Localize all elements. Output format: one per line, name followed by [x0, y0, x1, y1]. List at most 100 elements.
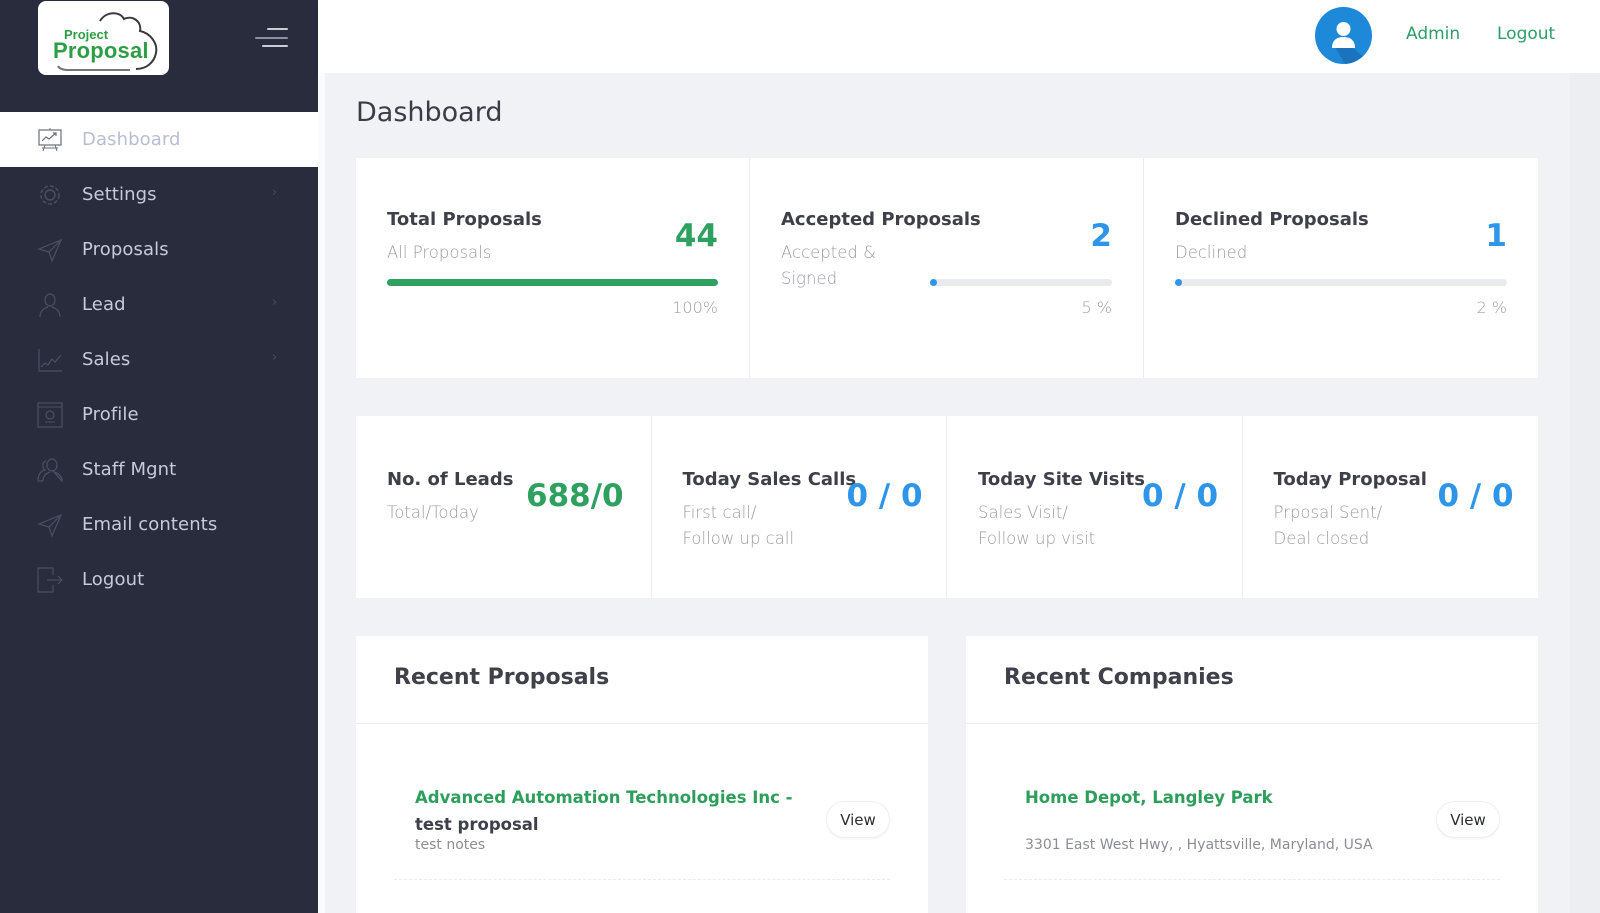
stat-subtitle: Prposal Sent/ Deal closed: [1274, 500, 1434, 552]
sidebar-item-label: Logout: [82, 569, 145, 590]
progress-bar: [387, 279, 718, 286]
company-address: 3301 East West Hwy, , Hyattsville, Maryl…: [1025, 837, 1373, 853]
stat-today-site-visits: Today Site Visits Sales Visit/ Follow up…: [947, 416, 1243, 598]
admin-link[interactable]: Admin: [1406, 24, 1460, 44]
stat-accepted-proposals: Accepted Proposals Accepted & Signed 2 5…: [750, 158, 1144, 378]
stat-subtitle: First call/ Follow up call: [683, 500, 843, 552]
panel-title: Recent Proposals: [394, 665, 610, 690]
page-title: Dashboard: [356, 97, 503, 128]
user-icon: [37, 292, 63, 318]
stat-title: Declined Proposals: [1175, 209, 1369, 230]
panel-header: Recent Companies: [966, 636, 1538, 724]
view-company-button[interactable]: View: [1436, 801, 1500, 838]
stat-today-proposal: Today Proposal Prposal Sent/ Deal closed…: [1243, 416, 1539, 598]
stat-title: Today Sales Calls: [682, 469, 857, 490]
sidebar-item-staff-mgnt[interactable]: Staff Mgnt: [0, 442, 318, 497]
sidebar-item-lead[interactable]: Lead ›: [0, 277, 318, 332]
list-item: Home Depot, Langley Park 3301 East West …: [1004, 724, 1500, 880]
sidebar-item-profile[interactable]: Profile: [0, 387, 318, 442]
user-avatar[interactable]: [1315, 7, 1372, 64]
area-chart-icon: [37, 347, 63, 373]
stat-subtitle: Declined: [1175, 243, 1248, 262]
logo-line-2: Proposal: [53, 38, 149, 63]
activity-stats-row: No. of Leads Total/Today 688/0 Today Sal…: [356, 416, 1538, 598]
stat-value: 0 / 0: [1142, 478, 1219, 514]
profile-window-icon: [37, 401, 63, 428]
logout-link[interactable]: Logout: [1497, 24, 1555, 44]
stat-subtitle-line: Total/Today: [387, 503, 479, 522]
stat-today-sales-calls: Today Sales Calls First call/ Follow up …: [652, 416, 947, 598]
sidebar-item-label: Proposals: [82, 239, 169, 260]
stat-subtitle-line: Follow up visit: [978, 529, 1096, 548]
company-link[interactable]: Home Depot, Langley Park: [1025, 784, 1425, 811]
stat-value: 2: [1090, 218, 1112, 254]
progress-bar: [1175, 279, 1507, 286]
panel-header: Recent Proposals: [356, 636, 928, 724]
panel-title: Recent Companies: [1004, 665, 1234, 690]
proposal-link[interactable]: Advanced Automation Technologies Inc - t…: [415, 784, 815, 838]
view-proposal-button[interactable]: View: [826, 801, 890, 838]
stat-value: 0 / 0: [846, 478, 923, 514]
sidebar-item-label: Dashboard: [82, 129, 181, 150]
sidebar-item-logout[interactable]: Logout: [0, 552, 318, 607]
stat-subtitle: Sales Visit/ Follow up visit: [978, 500, 1138, 552]
stat-value: 44: [674, 218, 718, 254]
stat-leads: No. of Leads Total/Today 688/0: [356, 416, 652, 598]
user-icon: [1332, 22, 1372, 64]
stat-title: Total Proposals: [387, 209, 542, 230]
sidebar-item-label: Email contents: [82, 514, 218, 535]
stat-value: 1: [1485, 218, 1507, 254]
sidebar-item-label: Sales: [82, 349, 131, 370]
progress-fill: [930, 279, 937, 286]
sidebar-item-proposals[interactable]: Proposals: [0, 222, 318, 277]
paper-plane-icon: [37, 512, 63, 538]
progress-bar: [930, 279, 1112, 286]
sidebar: Project Proposal Dashboard Settings › Pr…: [0, 0, 318, 913]
stat-subtitle-line: First call/: [682, 503, 757, 522]
chevron-right-icon: ›: [272, 295, 278, 310]
stat-subtitle: Accepted & Signed: [781, 243, 876, 288]
progress-label: 5 %: [1081, 298, 1112, 317]
progress-label: 100%: [672, 298, 718, 317]
brand-logo[interactable]: Project Proposal: [38, 1, 169, 75]
logout-icon: [37, 566, 63, 593]
scrollbar-track[interactable]: [1570, 73, 1600, 913]
chevron-right-icon: ›: [272, 185, 278, 200]
sidebar-item-dashboard[interactable]: Dashboard: [0, 112, 318, 167]
stat-title: Today Site Visits: [978, 469, 1145, 490]
stat-title: Accepted Proposals: [781, 209, 981, 230]
recent-companies-panel: Recent Companies Home Depot, Langley Par…: [966, 636, 1538, 913]
progress-fill: [1175, 279, 1182, 286]
proposal-company: Advanced Automation Technologies Inc -: [415, 788, 793, 807]
proposal-stats-row: Total Proposals All Proposals 44 100% Ac…: [356, 158, 1538, 378]
proposal-notes: test notes: [415, 837, 486, 853]
stat-value: 688/0: [526, 478, 624, 514]
gear-icon: [37, 182, 63, 208]
sidebar-item-email-contents[interactable]: Email contents: [0, 497, 318, 552]
stat-declined-proposals: Declined Proposals Declined 1 2 %: [1144, 158, 1538, 378]
sidebar-item-sales[interactable]: Sales ›: [0, 332, 318, 387]
stat-subtitle-line: Prposal Sent/: [1273, 503, 1383, 522]
stat-total-proposals: Total Proposals All Proposals 44 100%: [356, 158, 750, 378]
stat-title: No. of Leads: [387, 469, 514, 490]
stat-subtitle: Total/Today: [387, 500, 547, 526]
sidebar-item-label: Staff Mgnt: [82, 459, 177, 480]
hamburger-line: [255, 37, 288, 39]
chevron-right-icon: ›: [272, 350, 278, 365]
menu-toggle-button[interactable]: [252, 27, 288, 49]
stat-subtitle: All Proposals: [387, 243, 492, 262]
content-divider: [318, 73, 325, 913]
hamburger-line: [267, 28, 288, 30]
list-item: Advanced Automation Technologies Inc - t…: [394, 724, 890, 880]
sidebar-item-label: Profile: [82, 404, 139, 425]
stat-subtitle-line: Deal closed: [1273, 529, 1370, 548]
sidebar-item-label: Lead: [82, 294, 126, 315]
sidebar-item-label: Settings: [82, 184, 157, 205]
stat-value: 0 / 0: [1437, 478, 1514, 514]
stat-subtitle-line: Sales Visit/: [978, 503, 1068, 522]
users-icon: [37, 457, 63, 483]
proposal-name: test proposal: [415, 815, 539, 834]
sidebar-item-settings[interactable]: Settings ›: [0, 167, 318, 222]
stat-title: Today Proposal: [1273, 469, 1427, 490]
sidebar-nav: Dashboard Settings › Proposals Lead › Sa…: [0, 112, 318, 607]
